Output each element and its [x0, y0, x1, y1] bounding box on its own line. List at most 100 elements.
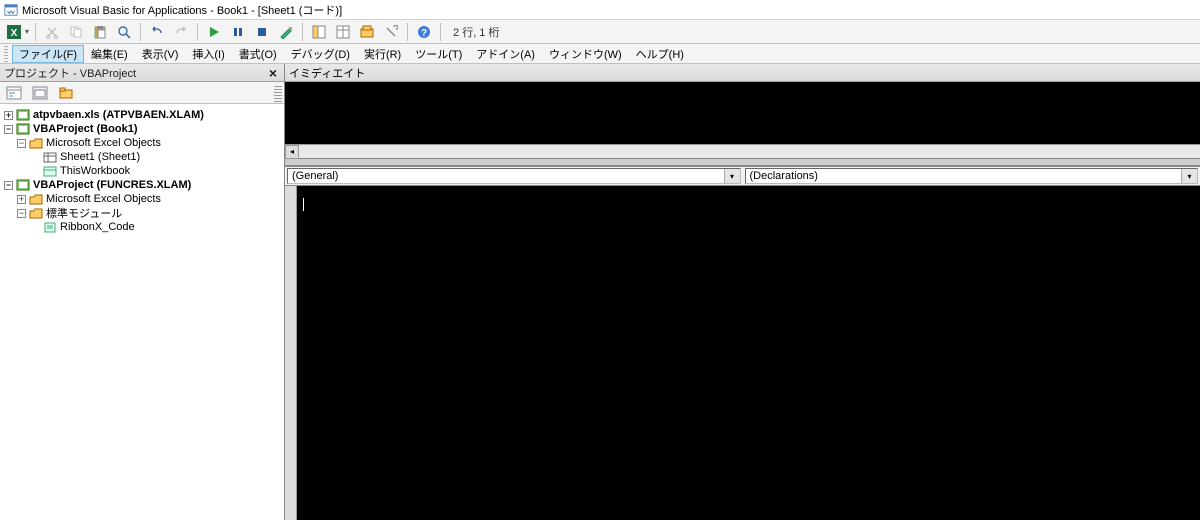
menu-insert[interactable]: 挿入(I) [185, 45, 231, 63]
tree-node-vbaproject-book1[interactable]: − VBAProject (Book1) [4, 122, 280, 136]
pane-resize-grip[interactable] [274, 84, 282, 102]
menu-addins[interactable]: アドイン(A) [469, 45, 542, 63]
tree-label: VBAProject (Book1) [33, 123, 138, 135]
separator [197, 23, 198, 41]
tree-item-sheet1[interactable]: Sheet1 (Sheet1) [43, 150, 280, 164]
project-explorer-toolbar [0, 82, 284, 104]
tree-item-ribbonx-code[interactable]: RibbonX_Code [43, 220, 280, 234]
separator [140, 23, 141, 41]
expander-minus-icon[interactable]: − [4, 181, 13, 190]
tree-node-vbaproject-funcres[interactable]: − VBAProject (FUNCRES.XLAM) [4, 178, 280, 192]
code-editor[interactable] [285, 186, 1200, 520]
redo-icon [171, 22, 191, 42]
tree-label: ThisWorkbook [60, 165, 130, 177]
chevron-down-icon[interactable]: ▾ [724, 169, 740, 183]
code-combo-row: (General) ▾ (Declarations) ▾ [285, 166, 1200, 186]
help-icon[interactable]: ? [414, 22, 434, 42]
project-tree[interactable]: + atpvbaen.xls (ATPVBAEN.XLAM) − VBAProj… [0, 104, 284, 520]
separator [302, 23, 303, 41]
close-icon[interactable]: × [264, 64, 282, 82]
module-icon [43, 222, 57, 233]
tree-label: Microsoft Excel Objects [46, 193, 161, 205]
undo-icon[interactable] [147, 22, 167, 42]
immediate-window-title: イミディエイト [285, 64, 1200, 82]
tree-label: Microsoft Excel Objects [46, 137, 161, 149]
right-pane: イミディエイト ◂ (General) ▾ (Declarations) ▾ [285, 64, 1200, 520]
tree-folder-excel-objects-2[interactable]: + Microsoft Excel Objects [17, 192, 280, 206]
expander-plus-icon[interactable]: + [17, 195, 26, 204]
design-mode-icon[interactable] [276, 22, 296, 42]
procedure-combo-value: (Declarations) [750, 170, 818, 182]
toolbox-icon[interactable] [381, 22, 401, 42]
menu-debug[interactable]: デバッグ(D) [284, 45, 357, 63]
worksheet-icon [43, 152, 57, 163]
immediate-window-body[interactable]: ◂ [285, 82, 1200, 158]
workbook-icon [43, 166, 57, 177]
menu-run[interactable]: 実行(R) [357, 45, 408, 63]
menu-edit[interactable]: 編集(E) [84, 45, 135, 63]
tree-folder-modules[interactable]: − 標準モジュール [17, 206, 280, 220]
view-object-icon[interactable] [30, 83, 50, 103]
pane-splitter[interactable] [285, 158, 1200, 166]
project-explorer-icon[interactable] [309, 22, 329, 42]
cut-icon [42, 22, 62, 42]
menubar: ファイル(F) 編集(E) 表示(V) 挿入(I) 書式(O) デバッグ(D) … [0, 44, 1200, 64]
tree-folder-excel-objects-1[interactable]: − Microsoft Excel Objects [17, 136, 280, 150]
vba-app-icon [4, 3, 18, 17]
copy-icon [66, 22, 86, 42]
window-titlebar: Microsoft Visual Basic for Applications … [0, 0, 1200, 20]
folder-icon [29, 194, 43, 205]
menubar-grip[interactable] [4, 46, 8, 62]
expander-plus-icon[interactable]: + [4, 111, 13, 120]
project-icon [16, 123, 30, 135]
window-title: Microsoft Visual Basic for Applications … [22, 2, 342, 18]
tree-label: Sheet1 (Sheet1) [60, 151, 140, 163]
menu-format[interactable]: 書式(O) [232, 45, 284, 63]
menu-tools[interactable]: ツール(T) [408, 45, 469, 63]
folder-open-icon [29, 208, 43, 219]
expander-minus-icon[interactable]: − [4, 125, 13, 134]
excel-dropdown-icon[interactable]: ▾ [25, 27, 29, 36]
tree-label: VBAProject (FUNCRES.XLAM) [33, 179, 191, 191]
menu-view[interactable]: 表示(V) [135, 45, 186, 63]
project-explorer-title-text: プロジェクト - VBAProject [4, 65, 136, 81]
expander-minus-icon[interactable]: − [17, 139, 26, 148]
chevron-down-icon[interactable]: ▾ [1181, 169, 1197, 183]
toggle-folders-icon[interactable] [56, 83, 76, 103]
main-split: プロジェクト - VBAProject × + atpvbaen.xls (AT… [0, 64, 1200, 520]
procedure-combo[interactable]: (Declarations) ▾ [745, 168, 1199, 184]
folder-open-icon [29, 138, 43, 149]
find-icon[interactable] [114, 22, 134, 42]
separator [440, 23, 441, 41]
tree-item-thisworkbook[interactable]: ThisWorkbook [43, 164, 280, 178]
paste-icon[interactable] [90, 22, 110, 42]
scroll-left-icon[interactable]: ◂ [285, 145, 299, 159]
object-combo[interactable]: (General) ▾ [287, 168, 741, 184]
menu-file[interactable]: ファイル(F) [12, 45, 84, 63]
immediate-h-scrollbar[interactable]: ◂ [285, 144, 1200, 158]
tree-label: RibbonX_Code [60, 221, 135, 233]
code-gutter [285, 186, 297, 520]
project-explorer-title: プロジェクト - VBAProject × [0, 64, 284, 82]
project-icon [16, 179, 30, 191]
run-icon[interactable] [204, 22, 224, 42]
reset-icon[interactable] [252, 22, 272, 42]
menu-window[interactable]: ウィンドウ(W) [542, 45, 629, 63]
break-icon[interactable] [228, 22, 248, 42]
project-explorer-pane: プロジェクト - VBAProject × + atpvbaen.xls (AT… [0, 64, 285, 520]
immediate-title-text: イミディエイト [289, 65, 365, 81]
project-icon [16, 109, 30, 121]
object-browser-icon[interactable] [357, 22, 377, 42]
view-code-icon[interactable] [4, 83, 24, 103]
excel-icon[interactable]: X [4, 22, 24, 42]
separator [407, 23, 408, 41]
tree-node-atpvbaen[interactable]: + atpvbaen.xls (ATPVBAEN.XLAM) [4, 108, 280, 122]
expander-minus-icon[interactable]: − [17, 209, 26, 218]
menu-help[interactable]: ヘルプ(H) [629, 45, 691, 63]
svg-text:X: X [11, 28, 18, 39]
cursor-position-readout: 2 行, 1 桁 [453, 24, 499, 40]
properties-icon[interactable] [333, 22, 353, 42]
tree-label: 標準モジュール [46, 205, 122, 221]
text-cursor [303, 198, 304, 211]
tree-label: atpvbaen.xls (ATPVBAEN.XLAM) [33, 109, 204, 121]
